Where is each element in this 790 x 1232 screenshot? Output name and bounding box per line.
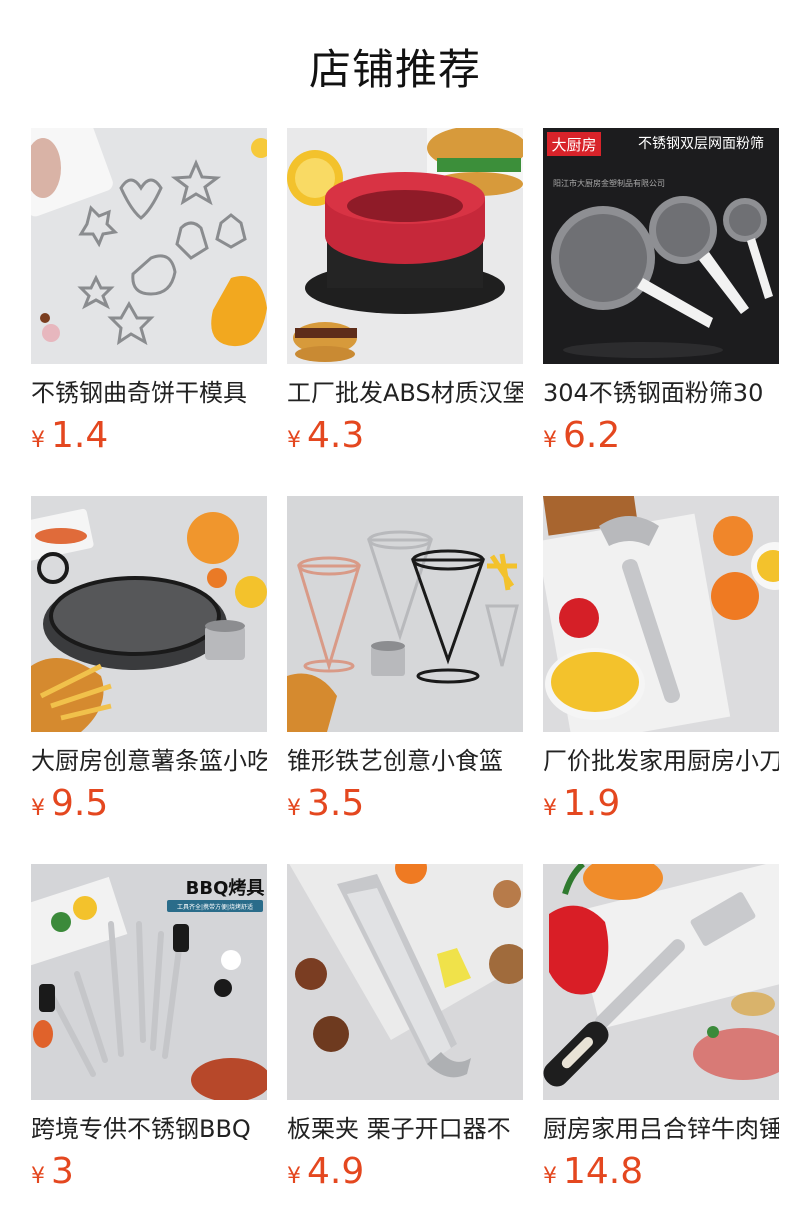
currency-symbol: ¥ (287, 796, 301, 821)
fry-basket-image[interactable] (31, 496, 267, 732)
image-caption: 不锈钢双层网面粉筛 (638, 136, 764, 152)
product-name[interactable]: 工厂批发ABS材质汉堡 (287, 376, 523, 410)
product-price: ¥4.9 (287, 1152, 523, 1198)
price-value: 4.9 (307, 1151, 365, 1192)
currency-symbol: ¥ (287, 428, 301, 453)
price-value: 1.9 (563, 783, 621, 824)
peeler-image[interactable] (543, 496, 779, 732)
price-value: 3.5 (307, 783, 365, 824)
product-price: ¥3 (31, 1152, 267, 1198)
product-card[interactable]: 板栗夹 栗子开口器不 ¥4.9 (287, 864, 523, 1198)
image-subcaption: 阳江市大厨房金塑制品有限公司 (553, 178, 665, 188)
currency-symbol: ¥ (543, 428, 557, 453)
currency-symbol: ¥ (543, 1164, 557, 1189)
image-badge: 大厨房 (551, 136, 596, 154)
image-subcaption: 工具齐全|携带方便|烧烤舒适 (177, 903, 253, 911)
product-name[interactable]: 304不锈钢面粉筛30 (543, 376, 779, 410)
price-value: 9.5 (51, 783, 109, 824)
product-card[interactable]: 工厂批发ABS材质汉堡 ¥4.3 (287, 128, 523, 462)
product-name[interactable]: 厂价批发家用厨房小刀 (543, 744, 779, 778)
product-price: ¥9.5 (31, 784, 267, 830)
shop-recommendation-page: 店铺推荐 不锈钢曲奇饼干模具 ¥ 1.4 工厂批发ABS材质汉堡 ¥ 4.3 大… (0, 0, 790, 1232)
product-price: ¥3.5 (287, 784, 523, 830)
price-value: 4.3 (307, 415, 365, 456)
product-price: ¥4.3 (287, 416, 523, 462)
price-value: 6.2 (563, 415, 621, 456)
meat-tenderizer-image[interactable] (543, 864, 779, 1100)
chestnut-opener-image[interactable] (287, 864, 523, 1100)
product-name[interactable]: 跨境专供不锈钢BBQ (31, 1112, 267, 1146)
product-name[interactable]: 锥形铁艺创意小食篮 (287, 744, 523, 778)
currency-symbol: ¥ (287, 1164, 301, 1189)
price-value: 1.4 (51, 415, 109, 456)
currency-symbol: ¥ (31, 428, 45, 453)
product-name[interactable]: 不锈钢曲奇饼干模具 (31, 376, 267, 410)
currency-symbol: ¥ (31, 1164, 45, 1189)
product-card[interactable]: 锥形铁艺创意小食篮 ¥3.5 (287, 496, 523, 830)
product-price: ¥1.4 (31, 416, 267, 462)
currency-symbol: ¥ (31, 796, 45, 821)
product-card[interactable]: 不锈钢曲奇饼干模具 ¥1.4 (31, 128, 267, 462)
currency-symbol: ¥ (543, 796, 557, 821)
cone-basket-image[interactable] (287, 496, 523, 732)
burger-press-image[interactable] (287, 128, 523, 364)
page-title: 店铺推荐 (308, 45, 481, 94)
product-card[interactable]: BBQ烤具 工具齐全|携带方便|烧烤舒适 跨境专供不锈钢BBQ ¥ 3 (31, 864, 267, 1198)
product-name[interactable]: 大厨房创意薯条篮小吃 (31, 744, 267, 778)
product-card[interactable]: 厨房家用吕合锌牛肉锤 ¥14.8 (543, 864, 779, 1198)
flour-sieve-image[interactable]: 大厨房 不锈钢双层网面粉筛 阳江市大厨房金塑制品有限公司 (543, 128, 779, 364)
image-caption: BBQ烤具 (186, 878, 265, 899)
product-card[interactable]: 大厨房 不锈钢双层网面粉筛 阳江市大厨房金塑制品有限公司 304不锈钢面粉筛30 (543, 128, 779, 462)
price-value: 3 (51, 1151, 74, 1192)
product-name[interactable]: 厨房家用吕合锌牛肉锤 (543, 1112, 779, 1146)
product-price: ¥1.9 (543, 784, 779, 830)
product-price: ¥6.2 (543, 416, 779, 462)
product-name[interactable]: 板栗夹 栗子开口器不 (287, 1112, 523, 1146)
product-card[interactable]: 厂价批发家用厨房小刀 ¥1.9 (543, 496, 779, 830)
price-value: 14.8 (563, 1151, 644, 1192)
product-price: ¥14.8 (543, 1152, 779, 1198)
cookie-cutters-image[interactable] (31, 128, 267, 364)
bbq-tools-image[interactable]: BBQ烤具 工具齐全|携带方便|烧烤舒适 (31, 864, 267, 1100)
product-card[interactable]: 大厨房创意薯条篮小吃 ¥9.5 (31, 496, 267, 830)
